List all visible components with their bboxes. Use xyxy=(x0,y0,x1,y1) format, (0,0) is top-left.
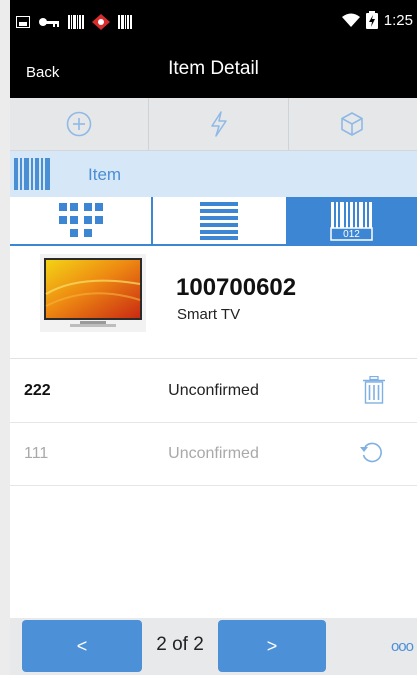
list-item[interactable]: 111 Unconfirmed xyxy=(10,423,417,486)
barcode-notification-icon xyxy=(68,15,84,29)
row-status: Unconfirmed xyxy=(168,445,259,462)
row-status: Unconfirmed xyxy=(168,382,259,399)
add-button[interactable] xyxy=(10,98,148,150)
view-tabs: 012 xyxy=(10,197,417,246)
lightning-icon xyxy=(210,111,227,137)
item-number: 100700602 xyxy=(176,274,297,301)
item-description: Smart TV xyxy=(177,306,241,323)
screen: 1:25 Back Item Detail Item 012 100700602… xyxy=(0,0,417,675)
title-bar: Back Item Detail xyxy=(10,44,417,98)
pagination-bar: < 2 of 2 > ooo xyxy=(10,618,417,675)
action-bar xyxy=(10,98,417,151)
app-badge-icon xyxy=(92,14,110,30)
package-button[interactable] xyxy=(287,98,417,150)
item-summary: 100700602 Smart TV xyxy=(10,246,417,359)
image-icon xyxy=(16,16,30,28)
item-detail-content: 100700602 Smart TV 222 Unconfirmed 111 U… xyxy=(10,246,417,618)
system-icons: 1:25 xyxy=(341,11,413,29)
barcode-number: 012 xyxy=(343,228,360,240)
page-title: Item Detail xyxy=(168,58,259,79)
notification-icons xyxy=(16,14,132,30)
quick-action-button[interactable] xyxy=(148,98,289,150)
item-image xyxy=(40,254,146,332)
clock: 1:25 xyxy=(383,11,413,29)
key-icon xyxy=(39,18,59,27)
tab-barcode-view[interactable]: 012 xyxy=(286,197,417,244)
next-button[interactable]: > xyxy=(218,620,326,672)
grid-view-icon xyxy=(58,202,103,237)
list-view-icon xyxy=(199,201,238,240)
plus-circle-icon xyxy=(66,111,92,137)
item-section-header: Item xyxy=(10,151,417,198)
tab-list-view[interactable] xyxy=(151,197,288,244)
item-section-label: Item xyxy=(88,165,122,184)
tab-grid-view[interactable] xyxy=(10,197,153,244)
previous-button[interactable]: < xyxy=(22,620,142,672)
undo-icon[interactable] xyxy=(359,439,385,465)
trash-icon[interactable] xyxy=(363,376,385,404)
barcode-tab-graphic: 012 xyxy=(329,200,375,242)
cube-icon xyxy=(341,112,363,136)
page-indicator: 2 of 2 xyxy=(156,634,204,655)
more-menu-button[interactable]: ooo xyxy=(391,638,414,655)
barcode-notification-icon-2 xyxy=(118,15,132,29)
barcode-icon xyxy=(14,158,50,190)
list-item[interactable]: 222 Unconfirmed xyxy=(10,360,417,423)
wifi-icon xyxy=(341,13,360,27)
left-edge xyxy=(0,0,10,675)
battery-icon xyxy=(365,11,378,29)
status-bar: 1:25 xyxy=(10,0,417,44)
